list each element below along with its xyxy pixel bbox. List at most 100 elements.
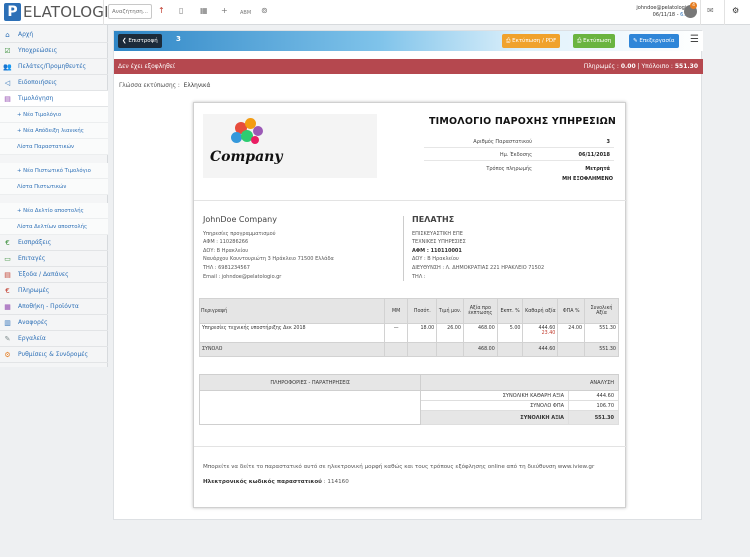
- divider: [700, 0, 701, 25]
- sidebar-sub-new-delivery[interactable]: + Νέο Δελτίο αποστολής: [0, 203, 108, 219]
- payment-method: Μετρητά: [585, 166, 610, 172]
- notes-heading: ΠΛΗΡΟΦΟΡΙΕΣ - ΠΑΡΑΤΗΡΗΣΕΙΣ: [198, 374, 422, 391]
- summary-table: ΠΛΗΡΟΦΟΡΙΕΣ - ΠΑΡΑΤΗΡΗΣΕΙΣ ΑΝΑΛΥΣΗ ΣΥΝΟΛ…: [198, 374, 619, 425]
- sidebar-item-clients[interactable]: 👥 Πελάτες/Προμηθευτές: [0, 59, 108, 75]
- invoice-title: ΤΙΜΟΛΟΓΙΟ ΠΑΡΟΧΗΣ ΥΠΗΡΕΣΙΩΝ: [428, 116, 616, 127]
- sidebar-item-label: Τιμολόγηση: [18, 95, 54, 102]
- sidebar-item-home[interactable]: ⌂ Αρχή: [0, 27, 108, 43]
- gear-icon[interactable]: ⚙: [732, 6, 739, 16]
- tools-icon: ✎: [4, 334, 11, 343]
- abm-icon[interactable]: ABM: [240, 8, 251, 18]
- edit-button[interactable]: ✎ Επεξεργασία: [629, 34, 679, 48]
- sidebar-sub-new-receipt[interactable]: + Νέα Απόδειξη λιανικής: [0, 123, 108, 139]
- sidebar-sub-label: + Νέο Δελτίο αποστολής: [17, 207, 84, 214]
- balance-amount: 551.30: [674, 63, 698, 70]
- action-bar: ❮ Επιστροφή 3 ⎙ Εκτύπωση / PDF ⎙ Εκτύπωσ…: [114, 31, 703, 51]
- sidebar-item-receipts[interactable]: € Εισπράξεις: [0, 235, 108, 251]
- sidebar-item-expenses[interactable]: ▤ Έξοδα / Δαπάνες: [0, 267, 108, 283]
- invoice-date-row: Ημ. Έκδοσης 06/11/2018: [424, 149, 614, 161]
- sidebar-item-notifications[interactable]: ◁ Ειδοποιήσεις: [0, 75, 108, 91]
- users-icon: 👥: [3, 62, 12, 71]
- sidebar-item-obligations[interactable]: ☑ Υποχρεώσεις: [0, 43, 108, 59]
- document-icon[interactable]: ▯: [179, 6, 183, 16]
- col-header: Καθαρή αξία: [522, 298, 559, 324]
- sidebar-sub-label: + Νέα Απόδειξη λιανικής: [17, 127, 84, 134]
- totals-total: 551.30: [584, 342, 619, 357]
- menu-icon[interactable]: ☰: [690, 35, 699, 45]
- divider: [194, 200, 627, 201]
- buyer-heading: ΠΕΛΑΤΗΣ: [412, 215, 455, 224]
- edit-label: Επεξεργασία: [639, 38, 675, 44]
- sidebar-item-invoicing[interactable]: ▤ Τιμολόγηση: [0, 91, 108, 107]
- grand-total: 551.30: [568, 410, 619, 425]
- sidebar-sub-new-invoice[interactable]: + Νέο Τιμολόγιο: [0, 107, 108, 123]
- arrow-up-icon[interactable]: ↑: [158, 6, 165, 16]
- print-language[interactable]: Γλώσσα εκτύπωσης : Ελληνικά: [119, 83, 210, 89]
- sidebar-item-label: Αναφορές: [18, 319, 48, 326]
- totals-row: ΣΥΝΟΛΟ 468.00 444.60 551.30: [199, 342, 619, 357]
- item-gross: 468.00: [462, 323, 498, 343]
- logo-letter: P: [4, 3, 21, 21]
- analysis-heading: ΑΝΑΛΥΣΗ: [420, 374, 619, 391]
- sidebar-item-settings[interactable]: ⚙ Ρυθμίσεις & Συνδρομές: [0, 347, 108, 363]
- reports-icon: ▥: [4, 318, 11, 327]
- col-header: Συνολική Αξία: [584, 298, 619, 324]
- item-discount: 5.00: [496, 323, 524, 343]
- notes-box: [198, 390, 422, 425]
- buyer-activity: ΤΕΧΝΙΚΕΣ ΥΠΗΡΕΣΙΕΣ: [412, 239, 466, 246]
- col-header: Τιμή μον.: [436, 298, 464, 324]
- payment-summary: Πληρωμές : 0.00 | Υπόλοιπο : 551.30: [583, 63, 698, 70]
- divider: [194, 446, 627, 447]
- document-number: 3: [176, 35, 181, 43]
- calendar-icon[interactable]: ▦: [200, 6, 208, 16]
- buyer-address: ΔΙΕΥΘΥΝΣΗ : Λ. ΔΗΜΟΚΡΑΤΙΑΣ 221 ΗΡΑΚΛΕΙΟ …: [412, 264, 545, 271]
- seller-activity: Υπηρεσίες προγραμματισμού: [203, 230, 276, 237]
- print-button[interactable]: ⎙ Εκτύπωση: [573, 34, 616, 48]
- plus-icon[interactable]: +: [221, 6, 228, 16]
- col-header: Ποσότ.: [407, 298, 438, 324]
- home-icon: ⌂: [5, 30, 10, 39]
- invoice-number: 3: [606, 139, 610, 145]
- check-icon: ☑: [4, 46, 11, 55]
- col-header: ΜΜ: [383, 298, 409, 324]
- item-vat: 24.00: [557, 323, 586, 343]
- pdf-button[interactable]: ⎙ Εκτύπωση / PDF: [502, 34, 561, 48]
- electronic-code-label: Ηλεκτρονικός κωδικός παραστατικού: [203, 479, 322, 485]
- sidebar-sub-documents-list[interactable]: Λίστα Παραστατικών: [0, 139, 108, 155]
- sidebar: ⌂ Αρχή ☑ Υποχρεώσεις 👥 Πελάτες/Προμηθευτές …: [0, 25, 108, 367]
- payment-status-text: ΜΗ ΕΞΟΦΛΗΜΕΝΟ: [562, 176, 613, 182]
- sidebar-sub-new-credit[interactable]: + Νέο Πιστωτικό Τιμολόγιο: [0, 163, 108, 179]
- sidebar-sub-credit-list[interactable]: Λίστα Πιστωτικών: [0, 179, 108, 195]
- sidebar-sub-label: + Νέο Πιστωτικό Τιμολόγιο: [17, 167, 91, 174]
- invoice-document: Company ΤΙΜΟΛΟΓΙΟ ΠΑΡΟΧΗΣ ΥΠΗΡΕΣΙΩΝ Αριθ…: [193, 102, 627, 508]
- sidebar-item-label: Ρυθμίσεις & Συνδρομές: [18, 351, 89, 358]
- buyer-name: ΕΠΙΣΚΕΥΑΣΤΙΚΗ ΕΠΕ: [412, 230, 463, 237]
- invoice-date: 06/11/2018: [578, 152, 610, 158]
- search-input[interactable]: [108, 4, 152, 19]
- sidebar-item-cheques[interactable]: ▭ Επιταγές: [0, 251, 108, 267]
- notification-badge: 4: [690, 2, 697, 9]
- sidebar-item-label: Αρχή: [18, 31, 34, 38]
- vat-total-label: ΣΥΝΟΛΟ ΦΠΑ: [420, 400, 570, 411]
- sidebar-sub-label: Λίστα Παραστατικών: [17, 143, 75, 150]
- back-label: Επιστροφή: [128, 38, 158, 44]
- payment-status-band: Δεν έχει εξοφληθεί Πληρωμές : 0.00 | Υπό…: [114, 59, 703, 74]
- col-header: Αξία προ έκπτωσης: [462, 298, 498, 324]
- totals-net: 444.60: [522, 342, 559, 357]
- sidebar-item-label: Έξοδα / Δαπάνες: [18, 271, 69, 278]
- grand-total-label: ΣΥΝΟΛΙΚΗ ΑΞΙΑ: [420, 410, 570, 425]
- seller-block: JohnDoe Company Υπηρεσίες προγραμματισμο…: [203, 215, 403, 281]
- settings-icon: ⚙: [4, 350, 11, 359]
- divider: [724, 0, 725, 25]
- sidebar-item-payments[interactable]: € Πληρωμές: [0, 283, 108, 299]
- sidebar-item-warehouse[interactable]: ▦ Αποθήκη - Προϊόντα: [0, 299, 108, 315]
- sidebar-item-tools[interactable]: ✎ Εργαλεία: [0, 331, 108, 347]
- mail-icon[interactable]: ✉: [707, 6, 714, 16]
- back-button[interactable]: ❮ Επιστροφή: [118, 34, 162, 48]
- seal-icon[interactable]: ⊚: [261, 6, 268, 16]
- print-language-value: Ελληνικά: [183, 83, 211, 89]
- sidebar-item-reports[interactable]: ▥ Αναφορές: [0, 315, 108, 331]
- sidebar-sub-label: Λίστα Δελτίων αποστολής: [17, 223, 88, 230]
- sidebar-sub-delivery-list[interactable]: Λίστα Δελτίων αποστολής: [0, 219, 108, 235]
- buyer-block: ΠΕΛΑΤΗΣ ΕΠΙΣΚΕΥΑΣΤΙΚΗ ΕΠΕ ΤΕΧΝΙΚΕΣ ΥΠΗΡΕ…: [403, 215, 603, 282]
